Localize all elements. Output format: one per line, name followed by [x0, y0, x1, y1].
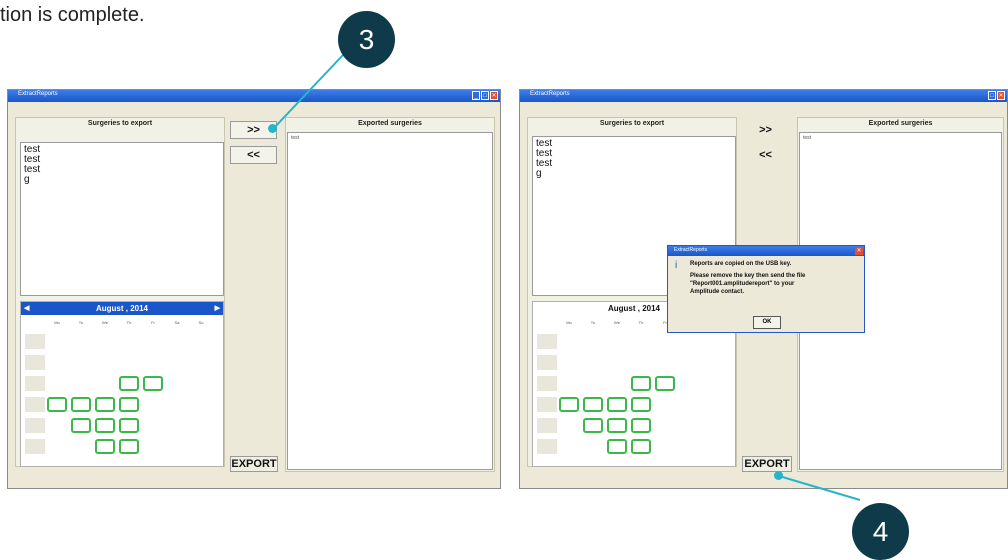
callout-dot-3 [268, 124, 277, 133]
callout-lines [272, 54, 861, 501]
callout-badge-3: 3 [338, 11, 395, 68]
callout-badge-4: 4 [852, 503, 909, 560]
callout-line-3 [272, 54, 344, 130]
callout-dot-4 [774, 471, 783, 480]
callout-line-4 [778, 475, 861, 501]
